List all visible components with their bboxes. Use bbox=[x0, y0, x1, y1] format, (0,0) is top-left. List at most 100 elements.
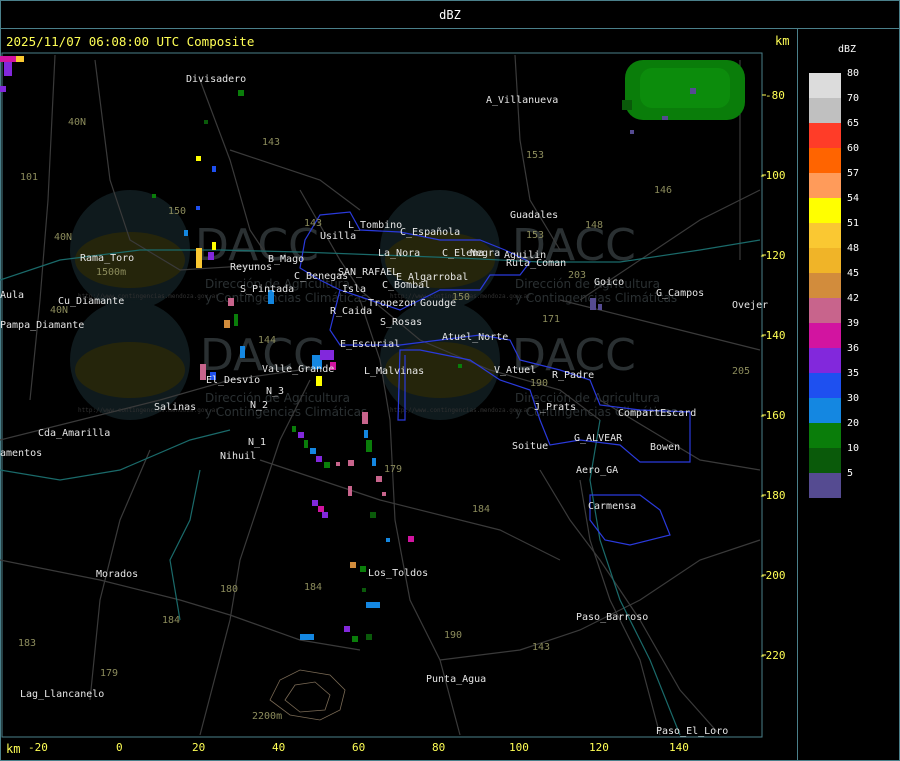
legend-swatch bbox=[809, 298, 841, 323]
watermark-url-3: http://www.contingencias.mendoza.gov.ar bbox=[78, 407, 219, 414]
x-tick: 0 bbox=[116, 741, 123, 754]
legend-swatch bbox=[809, 73, 841, 98]
watermark-line2-3: y Contingencias Climáticas bbox=[205, 405, 367, 419]
svg-text:Guadales: Guadales bbox=[510, 210, 558, 221]
legend-label: 20 bbox=[847, 418, 860, 429]
legend-label: 39 bbox=[847, 318, 860, 329]
y-tick: -80 bbox=[765, 89, 785, 102]
svg-text:Paso_El_Loro: Paso_El_Loro bbox=[656, 726, 728, 737]
legend-label: 48 bbox=[847, 243, 860, 254]
x-tick: 60 bbox=[352, 741, 366, 754]
legend-label: 60 bbox=[847, 143, 860, 154]
svg-text:Usilla: Usilla bbox=[320, 231, 356, 242]
svg-text:Pampa_Diamante: Pampa_Diamante bbox=[0, 320, 84, 331]
y-tick: -120 bbox=[759, 249, 786, 262]
svg-text:N_3: N_3 bbox=[266, 386, 284, 397]
legend-swatch bbox=[809, 348, 841, 373]
y-tick: -140 bbox=[759, 329, 786, 342]
svg-text:L_Malvinas: L_Malvinas bbox=[364, 366, 424, 377]
svg-text:G_Campos: G_Campos bbox=[656, 288, 704, 299]
svg-text:Ovejer: Ovejer bbox=[732, 300, 768, 311]
svg-text:Tropezon: Tropezon bbox=[368, 298, 416, 309]
legend-swatch bbox=[809, 323, 841, 348]
svg-text:190: 190 bbox=[530, 378, 548, 389]
legend-label: 45 bbox=[847, 268, 860, 279]
svg-text:C_Bombal: C_Bombal bbox=[382, 280, 430, 291]
svg-text:E_Escurial: E_Escurial bbox=[340, 339, 400, 350]
y-tick: -180 bbox=[759, 489, 786, 502]
svg-text:SAN_RAFAEL: SAN_RAFAEL bbox=[338, 267, 398, 278]
legend-swatch bbox=[809, 123, 841, 148]
svg-text:Goico: Goico bbox=[594, 277, 624, 288]
svg-text:171: 171 bbox=[542, 314, 560, 325]
svg-text:S_Rosas: S_Rosas bbox=[380, 317, 422, 328]
svg-text:Carmensa: Carmensa bbox=[588, 501, 636, 512]
watermark-line2-2: y Contingencias Climáticas bbox=[515, 291, 677, 305]
svg-text:40N: 40N bbox=[54, 232, 72, 243]
svg-text:Ruta_Coman: Ruta_Coman bbox=[506, 258, 566, 269]
legend-swatch bbox=[809, 373, 841, 398]
svg-text:Valle_Grande: Valle_Grande bbox=[262, 364, 334, 375]
legend-swatch bbox=[809, 148, 841, 173]
legend-label: 70 bbox=[847, 93, 860, 104]
legend-label: 57 bbox=[847, 168, 860, 179]
y-tick: -200 bbox=[759, 569, 786, 582]
x-tick: 20 bbox=[192, 741, 206, 754]
svg-text:179: 179 bbox=[384, 464, 402, 475]
x-tick: 80 bbox=[432, 741, 446, 754]
svg-text:A_Villanueva: A_Villanueva bbox=[486, 95, 558, 106]
svg-text:1500m: 1500m bbox=[96, 267, 126, 278]
svg-text:C_Española: C_Española bbox=[400, 227, 460, 238]
svg-text:101: 101 bbox=[20, 172, 38, 183]
radar-map[interactable]: DACC Dirección de Agricultura y Continge… bbox=[0, 0, 798, 761]
legend-swatch bbox=[809, 473, 841, 498]
svg-text:El_Desvio: El_Desvio bbox=[206, 375, 260, 386]
svg-text:Lag_Llancanelo: Lag_Llancanelo bbox=[20, 689, 104, 700]
svg-text:Atuel_Norte: Atuel_Norte bbox=[442, 332, 508, 343]
svg-text:J_Prats: J_Prats bbox=[534, 402, 576, 413]
y-tick: -100 bbox=[759, 169, 786, 182]
legend-colorbar bbox=[809, 73, 841, 498]
svg-text:Divisadero: Divisadero bbox=[186, 74, 246, 85]
svg-text:143: 143 bbox=[532, 642, 550, 653]
legend-label: 5 bbox=[847, 468, 854, 479]
svg-text:Salinas: Salinas bbox=[154, 402, 196, 413]
svg-text:190: 190 bbox=[444, 630, 462, 641]
watermark-line1-2: Dirección de Agricultura bbox=[515, 277, 660, 291]
svg-text:153: 153 bbox=[526, 150, 544, 161]
svg-text:153: 153 bbox=[526, 230, 544, 241]
legend-swatch bbox=[809, 198, 841, 223]
svg-text:184: 184 bbox=[304, 582, 322, 593]
svg-text:150: 150 bbox=[168, 206, 186, 217]
svg-text:Nihuil: Nihuil bbox=[220, 451, 256, 462]
svg-text:Negra: Negra bbox=[470, 248, 500, 259]
y-tick: -160 bbox=[759, 409, 786, 422]
svg-text:R_Caida: R_Caida bbox=[330, 306, 372, 317]
svg-text:Rama_Toro: Rama_Toro bbox=[80, 253, 134, 264]
svg-text:B_Mago: B_Mago bbox=[268, 254, 304, 265]
svg-text:143: 143 bbox=[304, 218, 322, 229]
svg-text:2200m: 2200m bbox=[252, 711, 282, 722]
legend-label: 80 bbox=[847, 68, 860, 79]
svg-text:Cda_Amarilla: Cda_Amarilla bbox=[38, 428, 110, 439]
x-tick: 120 bbox=[589, 741, 609, 754]
svg-text:184: 184 bbox=[162, 615, 180, 626]
legend-title: dBZ bbox=[838, 44, 857, 55]
unit-label-top: km bbox=[775, 34, 790, 48]
svg-text:180: 180 bbox=[220, 584, 238, 595]
svg-text:148: 148 bbox=[585, 220, 603, 231]
legend-swatch bbox=[809, 173, 841, 198]
svg-text:Paso_Barroso: Paso_Barroso bbox=[576, 612, 648, 623]
svg-text:Aero_GA: Aero_GA bbox=[576, 465, 618, 476]
legend-swatch bbox=[809, 448, 841, 473]
legend-swatch bbox=[809, 398, 841, 423]
legend-swatch bbox=[809, 248, 841, 273]
legend-label: 42 bbox=[847, 293, 860, 304]
svg-text:Bowen: Bowen bbox=[650, 442, 680, 453]
svg-text:144: 144 bbox=[258, 335, 276, 346]
x-tick: 140 bbox=[669, 741, 689, 754]
svg-text:203: 203 bbox=[568, 270, 586, 281]
unit-label-bottom: km bbox=[6, 742, 21, 756]
svg-text:S_Pintada: S_Pintada bbox=[240, 284, 294, 295]
svg-text:205: 205 bbox=[732, 366, 750, 377]
